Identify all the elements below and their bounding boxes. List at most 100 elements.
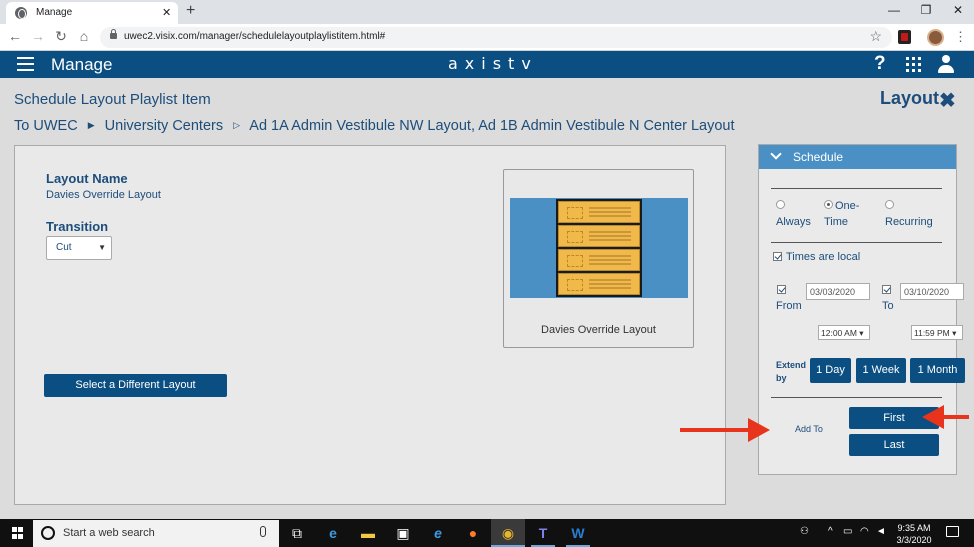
layout-link[interactable]: Layout <box>880 88 939 109</box>
app-header: Manage axistv ? <box>0 51 974 78</box>
from-date-input[interactable]: 03/03/2020 <box>806 283 870 300</box>
firefox-icon[interactable]: ● <box>463 523 483 543</box>
radio-always[interactable] <box>776 200 785 209</box>
from-checkbox[interactable] <box>777 285 786 294</box>
browser-toolbar: ← → ↻ ⌂ uwec2.visix.com/manager/schedule… <box>0 24 974 51</box>
radio-one-time[interactable] <box>824 200 833 209</box>
wifi-icon[interactable]: ◠ <box>860 526 869 537</box>
back-icon[interactable]: ← <box>6 28 24 44</box>
windows-start-icon[interactable] <box>12 527 24 539</box>
chevron-down-icon: ▾ <box>949 328 957 338</box>
radio-one-time-label-1: One- <box>835 200 860 212</box>
kebab-menu-icon[interactable]: ⋮ <box>954 29 967 45</box>
people-icon[interactable]: ⚇ <box>800 526 809 537</box>
notification-icon[interactable] <box>946 526 959 537</box>
axistv-logo: axistv <box>448 54 538 73</box>
user-icon[interactable] <box>937 55 955 73</box>
from-time-value: 12:00 AM <box>821 328 857 338</box>
extend-1-week-button[interactable]: 1 Week <box>856 358 906 383</box>
layout-zone <box>558 225 640 247</box>
add-last-button[interactable]: Last <box>849 434 939 456</box>
url-text: uwec2.visix.com/manager/schedulelayoutpl… <box>124 31 386 42</box>
chevron-down-icon <box>770 148 782 160</box>
add-to-label: Add To <box>795 424 823 434</box>
layout-preview-card[interactable]: Davies Override Layout <box>503 169 694 348</box>
address-bar[interactable]: uwec2.visix.com/manager/schedulelayoutpl… <box>100 27 892 48</box>
transition-value: Cut <box>56 242 72 253</box>
microphone-icon[interactable] <box>260 526 266 537</box>
forward-icon[interactable]: → <box>29 28 47 44</box>
file-explorer-icon[interactable]: ▬ <box>358 523 378 543</box>
times-local-checkbox[interactable] <box>773 252 782 261</box>
radio-always-label: Always <box>776 216 811 228</box>
tray-chevron-up-icon[interactable]: ^ <box>828 526 833 537</box>
help-icon[interactable]: ? <box>874 53 886 75</box>
schedule-title: Schedule <box>793 150 844 164</box>
to-label: To <box>882 300 894 312</box>
hamburger-menu-icon[interactable] <box>17 57 34 71</box>
word-icon[interactable]: W <box>568 523 588 543</box>
taskbar-clock[interactable]: 9:35 AM 3/3/2020 <box>893 522 935 546</box>
radio-recurring[interactable] <box>885 200 894 209</box>
new-tab-button[interactable]: + <box>186 2 195 20</box>
breadcrumb-item-university-centers[interactable]: University Centers <box>105 118 223 134</box>
close-icon[interactable]: ✖ <box>939 88 956 113</box>
volume-icon[interactable]: ◄ <box>876 526 886 537</box>
reload-icon[interactable]: ↻ <box>52 28 70 45</box>
browser-tabstrip: Manage ✕ + — ❐ ✕ <box>0 0 974 24</box>
tab-title: Manage <box>36 7 73 18</box>
taskbar-search-placeholder: Start a web search <box>63 527 155 539</box>
app-title: Manage <box>51 55 113 74</box>
breadcrumb-item-displays: Ad 1A Admin Vestibule NW Layout, Ad 1B A… <box>249 118 735 134</box>
apps-grid-icon[interactable] <box>906 57 921 72</box>
extend-label-line-2: by <box>776 373 787 383</box>
breadcrumb-prefix: To <box>14 118 30 134</box>
tab-close-icon[interactable]: ✕ <box>162 6 171 19</box>
battery-icon[interactable]: ▭ <box>843 526 852 537</box>
task-view-icon[interactable]: ⧉ <box>287 523 307 543</box>
divider <box>771 188 942 189</box>
extend-1-month-button[interactable]: 1 Month <box>910 358 965 383</box>
to-checkbox[interactable] <box>882 285 891 294</box>
pdf-extension-icon[interactable] <box>898 30 911 44</box>
transition-label: Transition <box>46 219 109 234</box>
breadcrumb-item-uwec[interactable]: UWEC <box>33 118 77 134</box>
times-local-label: Times are local <box>786 251 861 263</box>
layout-name-label: Layout Name <box>46 171 128 186</box>
schedule-header[interactable]: Schedule <box>759 145 956 169</box>
layout-zone <box>558 201 640 223</box>
edge-icon[interactable]: e <box>323 523 343 543</box>
extend-by-label: Extend by <box>776 359 806 385</box>
to-time-select[interactable]: 11:59 PM ▾ <box>911 325 963 340</box>
clock-time: 9:35 AM <box>897 523 931 533</box>
restore-icon[interactable]: ❐ <box>916 3 936 17</box>
chevron-down-icon: ▾ <box>856 328 864 338</box>
extend-1-day-button[interactable]: 1 Day <box>810 358 851 383</box>
layout-zone <box>558 273 640 295</box>
bookmark-star-icon[interactable]: ☆ <box>869 28 882 45</box>
home-icon[interactable]: ⌂ <box>75 28 93 44</box>
taskbar-search-input[interactable]: Start a web search <box>33 520 279 547</box>
extend-label-line-1: Extend <box>776 360 807 370</box>
transition-select[interactable]: Cut ▼ <box>46 236 112 260</box>
radio-one-time-label-2: Time <box>824 216 849 228</box>
to-date-input[interactable]: 03/10/2020 <box>900 283 964 300</box>
from-time-select[interactable]: 12:00 AM ▾ <box>818 325 870 340</box>
to-time-value: 11:59 PM <box>914 328 950 338</box>
layout-zone <box>558 249 640 271</box>
window-close-icon[interactable]: ✕ <box>948 3 968 17</box>
globe-icon <box>15 7 27 19</box>
chevron-down-icon: ▼ <box>98 243 106 252</box>
breadcrumb: To UWEC ▶ University Centers ▷ Ad 1A Adm… <box>14 118 735 134</box>
select-different-layout-button[interactable]: Select a Different Layout <box>44 374 227 397</box>
clock-date: 3/3/2020 <box>896 535 932 545</box>
internet-explorer-icon[interactable]: e <box>428 523 448 543</box>
browser-tab[interactable]: Manage ✕ <box>6 2 178 24</box>
store-icon[interactable]: ▣ <box>393 523 413 543</box>
avatar[interactable] <box>927 29 944 46</box>
teams-icon[interactable]: T <box>533 523 553 543</box>
breadcrumb-separator-icon: ▶ <box>87 120 95 130</box>
minimize-icon[interactable]: — <box>884 3 904 17</box>
chrome-icon[interactable]: ◉ <box>491 519 525 547</box>
divider <box>771 397 942 398</box>
